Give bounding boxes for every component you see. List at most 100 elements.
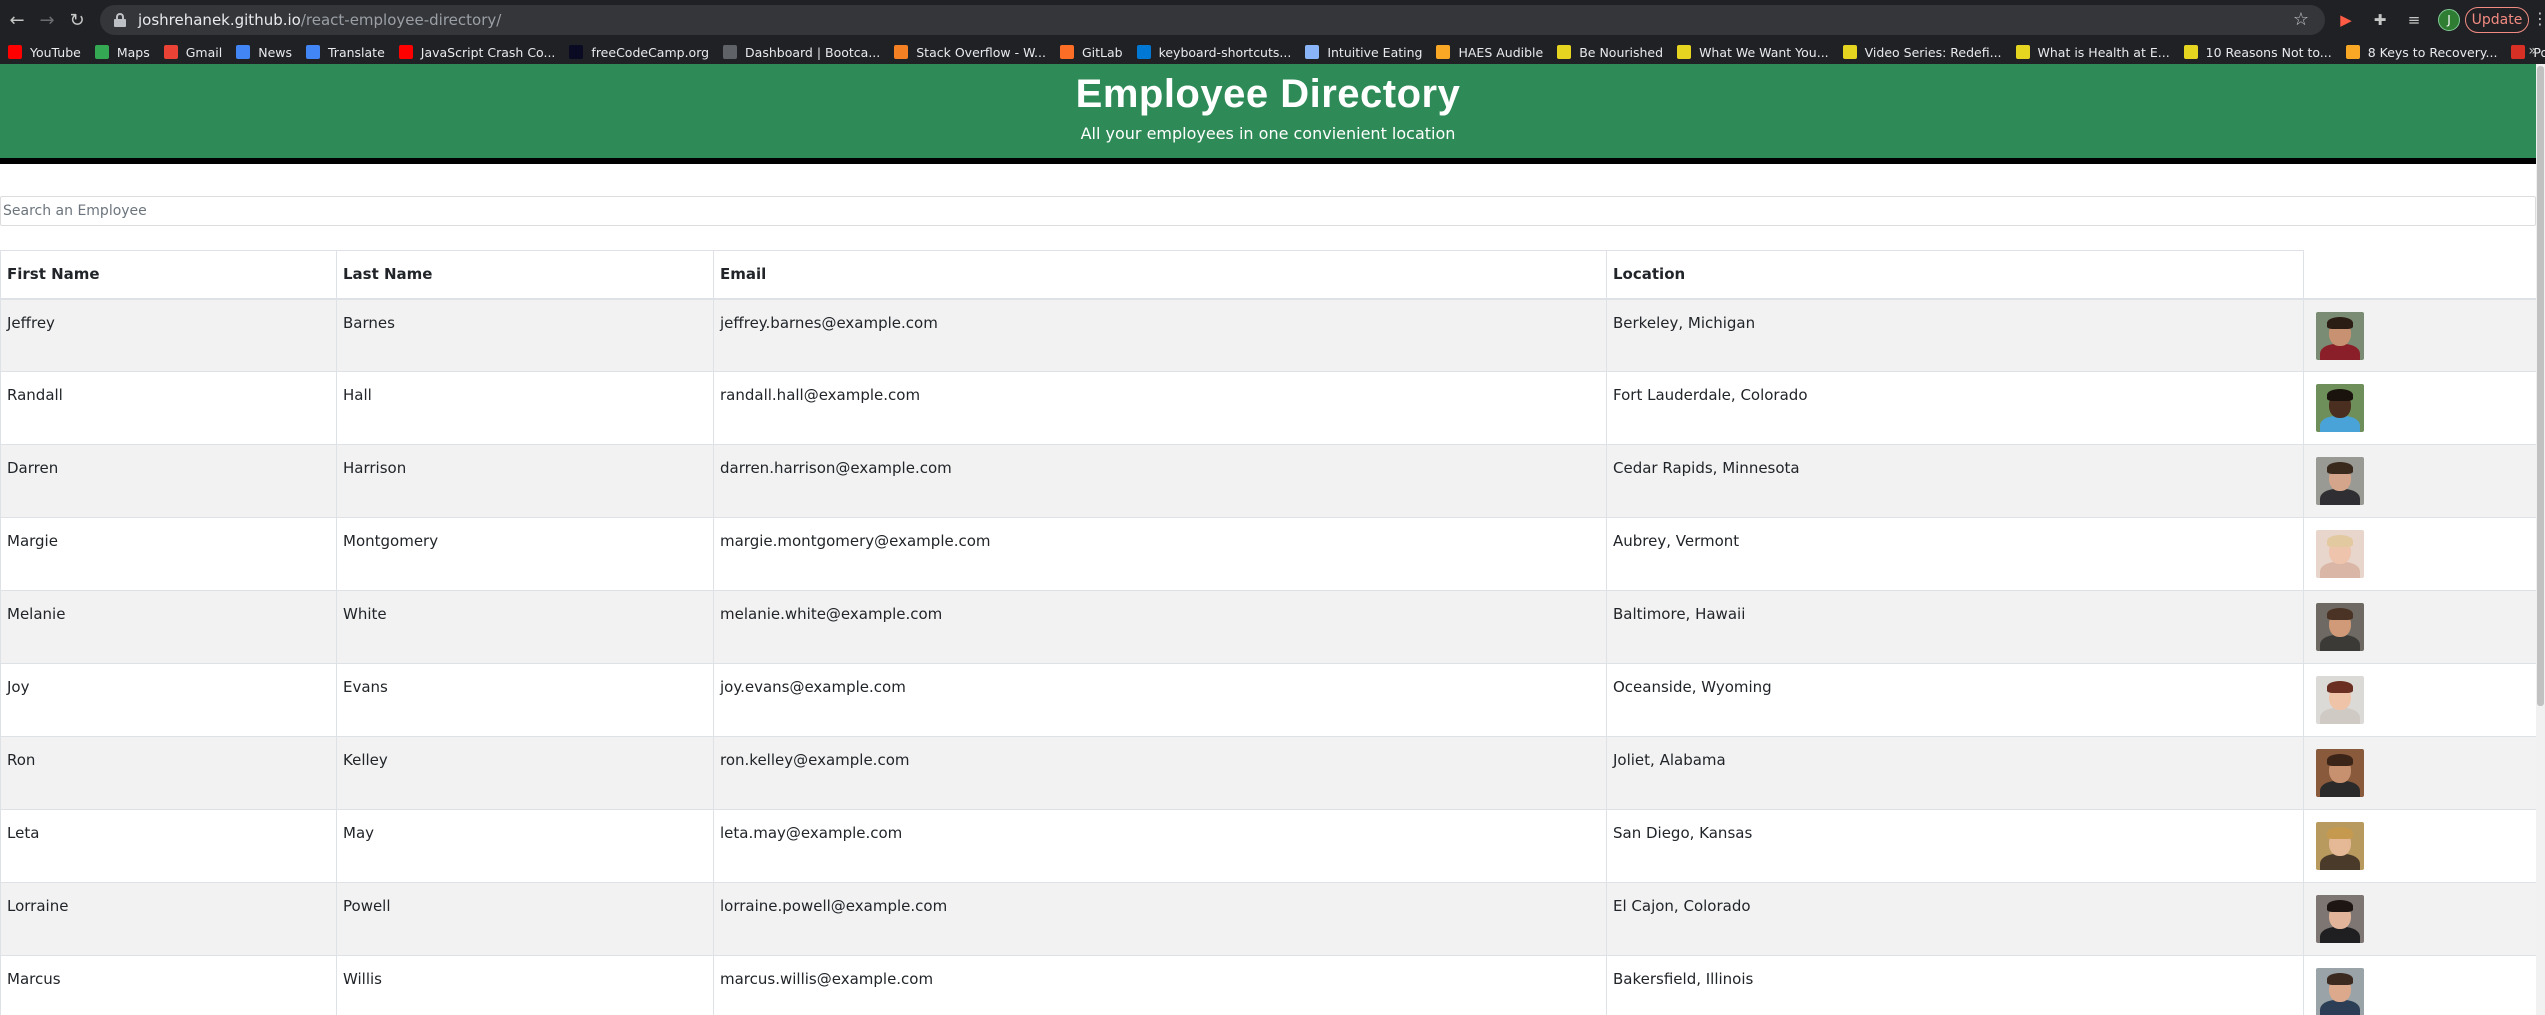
bookmark-label: GitLab bbox=[1081, 44, 1123, 60]
note-icon bbox=[1842, 45, 1857, 59]
column-header-last-name[interactable]: Last Name bbox=[336, 250, 714, 300]
page-title: Employee Directory bbox=[1075, 72, 1461, 116]
location-cell: El Cajon, Colorado bbox=[1606, 882, 2304, 956]
address-bar[interactable]: joshrehanek.github.io/react-employee-dir… bbox=[100, 5, 2325, 35]
bookmark-item[interactable]: JavaScript Crash Co... bbox=[398, 45, 555, 60]
location-cell: Baltimore, Hawaii bbox=[1606, 590, 2304, 664]
bookmark-label: YouTube bbox=[30, 44, 81, 60]
last-name-cell: Barnes bbox=[336, 298, 714, 372]
browser-toolbar: ← → ↻ joshrehanek.github.io/react-employ… bbox=[0, 0, 2545, 40]
photo-cell bbox=[2303, 809, 2537, 883]
bookmark-star-icon[interactable]: ☆ bbox=[2293, 9, 2309, 30]
table-row: Marcus Willis marcus.willis@example.com Bak… bbox=[0, 955, 2537, 1015]
first-name-cell: Marcus bbox=[0, 955, 337, 1015]
bookmark-item[interactable]: What is Health at E... bbox=[2015, 44, 2170, 60]
note-icon bbox=[2183, 45, 2198, 59]
column-header-email[interactable]: Email bbox=[713, 250, 1607, 300]
page-content: Employee Directory All your employees in… bbox=[0, 64, 2545, 1015]
url-text[interactable]: joshrehanek.github.io/react-employee-dir… bbox=[138, 11, 501, 29]
bookmark-item[interactable]: 10 Reasons Not to... bbox=[2183, 45, 2332, 60]
employee-photo bbox=[2316, 530, 2364, 578]
location-cell: Cedar Rapids, Minnesota bbox=[1606, 444, 2304, 518]
last-name-cell: Willis bbox=[336, 955, 714, 1015]
table-row: Randall Hall randall.hall@example.com Fort … bbox=[0, 371, 2537, 445]
chrome-menu-icon[interactable]: ⋮ bbox=[2532, 9, 2545, 28]
bookmark-item[interactable]: Intuitive Eating bbox=[1305, 45, 1422, 60]
bookmark-item[interactable]: freeCodeCamp.org bbox=[569, 45, 709, 60]
bookmark-item[interactable]: Gmail bbox=[163, 44, 223, 60]
bookmark-item[interactable]: Maps bbox=[94, 44, 150, 60]
bookmark-label: Be Nourished bbox=[1579, 44, 1664, 60]
first-name-cell: Joy bbox=[0, 663, 337, 737]
bookmarks-overflow-icon[interactable]: » bbox=[2528, 43, 2537, 59]
bookmark-item[interactable]: 8 Keys to Recovery... bbox=[2345, 44, 2498, 60]
forward-arrow-icon[interactable]: → bbox=[34, 7, 60, 33]
bookmark-label: What is Health at E... bbox=[2037, 44, 2170, 60]
table-row: Darren Harrison darren.harrison@example.co… bbox=[0, 444, 2537, 518]
note-icon bbox=[1677, 45, 1692, 59]
column-header-location[interactable]: Location bbox=[1606, 250, 2304, 300]
bookmark-item[interactable]: YouTube bbox=[8, 45, 81, 60]
location-cell: Aubrey, Vermont bbox=[1606, 517, 2304, 591]
update-button[interactable]: Update bbox=[2465, 7, 2529, 33]
email-cell: melanie.white@example.com bbox=[713, 590, 1607, 664]
email-cell: marcus.willis@example.com bbox=[713, 955, 1607, 1015]
scrollbar-thumb[interactable] bbox=[2537, 66, 2544, 706]
table-row: Melanie White melanie.white@example.com Bal… bbox=[0, 590, 2537, 664]
bookmarks-bar: YouTube Maps Gmail News Translate JavaScript … bbox=[0, 40, 2545, 64]
bookmark-item[interactable]: News bbox=[236, 45, 292, 60]
location-cell: Oceanside, Wyoming bbox=[1606, 663, 2304, 737]
photo-cell bbox=[2303, 663, 2537, 737]
url-path: /react-employee-directory/ bbox=[300, 11, 502, 29]
photo-cell bbox=[2303, 444, 2537, 518]
search-input[interactable] bbox=[0, 196, 2536, 226]
employee-photo bbox=[2316, 822, 2364, 870]
photo-cell bbox=[2303, 298, 2537, 372]
profile-avatar[interactable]: J bbox=[2438, 9, 2460, 31]
location-cell: Bakersfield, Illinois bbox=[1606, 955, 2304, 1015]
email-cell: ron.kelley@example.com bbox=[713, 736, 1607, 810]
table-row: Joy Evans joy.evans@example.com Oceanside, … bbox=[0, 663, 2537, 737]
puzzle-extensions-icon[interactable]: ✚ bbox=[2370, 10, 2390, 30]
bookmark-item[interactable]: GitLab bbox=[1059, 44, 1123, 60]
bookmark-label: Maps bbox=[116, 44, 150, 60]
bookmark-item[interactable]: Be Nourished bbox=[1557, 45, 1663, 60]
first-name-cell: Margie bbox=[0, 517, 337, 591]
first-name-cell: Melanie bbox=[0, 590, 337, 664]
bookmark-item[interactable]: Stack Overflow - W... bbox=[894, 45, 1046, 60]
table-header-row: First Name Last Name Email Location bbox=[0, 250, 2537, 300]
first-name-cell: Ron bbox=[0, 736, 337, 810]
employee-photo bbox=[2316, 457, 2364, 505]
drive-icon bbox=[1305, 45, 1320, 59]
vscode-icon bbox=[1136, 45, 1151, 59]
lock-icon[interactable] bbox=[114, 13, 126, 27]
employee-photo bbox=[2316, 895, 2364, 943]
column-header-first-name[interactable]: First Name bbox=[0, 250, 337, 300]
photo-cell bbox=[2303, 736, 2537, 810]
employee-photo bbox=[2316, 311, 2364, 360]
table-row: Ron Kelley ron.kelley@example.com Joliet, A… bbox=[0, 736, 2537, 810]
bookmark-item[interactable]: HAES Audible bbox=[1436, 45, 1543, 60]
bookmark-item[interactable]: Video Series: Redefi... bbox=[1842, 45, 2002, 60]
bookmark-item[interactable]: What We Want You... bbox=[1677, 45, 1829, 60]
audible-icon bbox=[2345, 45, 2360, 59]
reload-icon[interactable]: ↻ bbox=[64, 7, 90, 33]
page-subtitle: All your employees in one convienient lo… bbox=[1080, 124, 1456, 143]
employee-table: First Name Last Name Email Location Jeff… bbox=[0, 250, 2537, 1015]
last-name-cell: Montgomery bbox=[336, 517, 714, 591]
bookmark-label: Gmail bbox=[185, 44, 223, 60]
page-scrollbar[interactable] bbox=[2536, 64, 2545, 1015]
extension-bar: ▶ ✚ ≡ J bbox=[2336, 7, 2460, 33]
bookmark-item[interactable]: Dashboard | Bootca... bbox=[723, 45, 880, 60]
location-cell: Joliet, Alabama bbox=[1606, 736, 2304, 810]
back-arrow-icon[interactable]: ← bbox=[4, 7, 30, 33]
extension-red-icon[interactable]: ▶ bbox=[2336, 10, 2356, 30]
reading-list-icon[interactable]: ≡ bbox=[2404, 10, 2424, 30]
first-name-cell: Jeffrey bbox=[0, 298, 337, 372]
last-name-cell: Harrison bbox=[336, 444, 714, 518]
bookmark-label: freeCodeCamp.org bbox=[591, 44, 710, 60]
email-cell: margie.montgomery@example.com bbox=[713, 517, 1607, 591]
bookmark-item[interactable]: keyboard-shortcuts... bbox=[1136, 45, 1291, 60]
bookmark-label: 8 Keys to Recovery... bbox=[2367, 44, 2498, 60]
bookmark-item[interactable]: Translate bbox=[306, 45, 385, 60]
